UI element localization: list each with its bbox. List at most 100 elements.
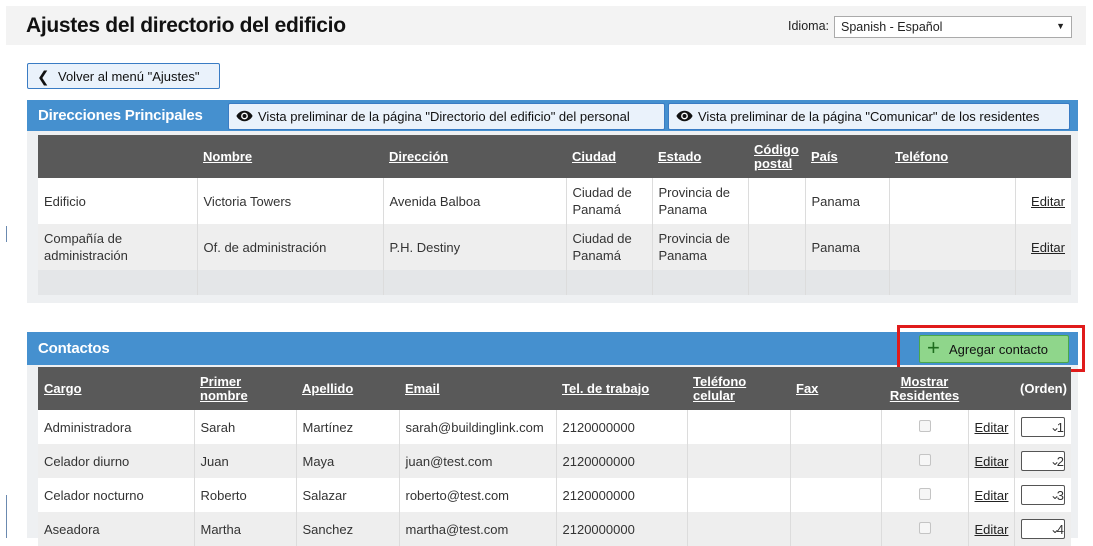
window-edge: [6, 226, 7, 242]
contact-last-name: Martínez: [296, 410, 400, 444]
order-select[interactable]: 1 ⌄: [1021, 417, 1065, 437]
edit-link[interactable]: Editar: [975, 454, 1009, 469]
address-type: Compañía de administración: [38, 224, 198, 270]
contact-fax: [790, 512, 882, 546]
contact-first-name: Juan: [194, 444, 297, 478]
contact-last-name: Salazar: [296, 478, 400, 512]
contact-email: sarah@buildinglink.com: [399, 410, 557, 444]
edit-link[interactable]: Editar: [975, 420, 1009, 435]
column-header-show-residents[interactable]: Mostrar Residentes: [881, 367, 968, 410]
contact-mobile: [687, 512, 791, 546]
show-residents-checkbox[interactable]: [918, 419, 931, 432]
address-zip: [748, 224, 806, 270]
column-header-address[interactable]: Dirección: [383, 135, 566, 178]
contact-last-name: Maya: [296, 444, 400, 478]
show-residents-checkbox[interactable]: [918, 521, 931, 534]
contact-work-phone: 2120000000: [556, 410, 688, 444]
address-zip: [748, 178, 806, 224]
contact-email: roberto@test.com: [399, 478, 557, 512]
column-header-last-name[interactable]: Apellido: [296, 367, 399, 410]
page-title: Ajustes del directorio del edificio: [26, 14, 346, 37]
column-header-role[interactable]: Cargo: [38, 367, 194, 410]
contact-role: Celador nocturno: [38, 478, 195, 512]
column-header-work-phone[interactable]: Tel. de trabajo: [556, 367, 687, 410]
table-row: Celador nocturno Roberto Salazar roberto…: [38, 478, 1071, 512]
address-name: Of. de administración: [197, 224, 384, 270]
contact-role: Administradora: [38, 410, 195, 444]
address-name: Victoria Towers: [197, 178, 384, 224]
table-row: Administradora Sarah Martínez sarah@buil…: [38, 410, 1071, 444]
back-to-settings-button[interactable]: ❮ Volver al menú "Ajustes": [27, 63, 220, 89]
contact-last-name: Sanchez: [296, 512, 400, 546]
plus-icon: +: [927, 335, 940, 360]
column-header-city[interactable]: Ciudad: [566, 135, 652, 178]
chevron-down-icon: ⌄: [1049, 488, 1060, 502]
preview-residents-label: Vista preliminar de la página "Comunicar…: [698, 109, 1040, 124]
edit-link[interactable]: Editar: [1031, 240, 1065, 255]
order-select[interactable]: 3 ⌄: [1021, 485, 1065, 505]
contact-mobile: [687, 444, 791, 478]
address-phone: [889, 224, 1016, 270]
column-header-state[interactable]: Estado: [652, 135, 748, 178]
table-header-row: Nombre Dirección Ciudad Estado Código po…: [38, 135, 1071, 178]
column-header: [38, 135, 197, 178]
language-select[interactable]: Spanish - Español ▼: [834, 16, 1072, 38]
chevron-down-icon: ⌄: [1049, 454, 1060, 468]
show-residents-checkbox[interactable]: [918, 487, 931, 500]
chevron-down-icon: ▼: [1056, 21, 1065, 31]
column-header-name[interactable]: Nombre: [197, 135, 383, 178]
edit-link[interactable]: Editar: [975, 522, 1009, 537]
column-header-fax[interactable]: Fax: [790, 367, 881, 410]
address-state: Provincia de Panama: [652, 178, 749, 224]
column-header-country[interactable]: País: [805, 135, 889, 178]
address-street: P.H. Destiny: [383, 224, 567, 270]
edit-link[interactable]: Editar: [975, 488, 1009, 503]
order-select[interactable]: 2 ⌄: [1021, 451, 1065, 471]
show-residents-checkbox[interactable]: [918, 453, 931, 466]
add-contact-button[interactable]: + Agregar contacto: [919, 335, 1069, 363]
eye-icon: [236, 110, 253, 122]
contact-fax: [790, 444, 882, 478]
address-city: Ciudad de Panamá: [566, 224, 653, 270]
address-country: Panama: [805, 224, 890, 270]
table-row: Celador diurno Juan Maya juan@test.com 2…: [38, 444, 1071, 478]
contact-work-phone: 2120000000: [556, 478, 688, 512]
order-select[interactable]: 4 ⌄: [1021, 519, 1065, 539]
column-header-mobile[interactable]: Teléfono celular: [687, 367, 790, 410]
edit-link[interactable]: Editar: [1031, 194, 1065, 209]
address-street: Avenida Balboa: [383, 178, 567, 224]
contact-first-name: Roberto: [194, 478, 297, 512]
table-row: Compañía de administración Of. de admini…: [38, 224, 1071, 270]
contacts-title: Contactos: [38, 340, 110, 357]
preview-staff-directory-button[interactable]: Vista preliminar de la página "Directori…: [228, 103, 665, 130]
table-footer-row: [38, 270, 1071, 295]
contacts-table: Cargo Primer nombre Apellido Email Tel. …: [38, 367, 1071, 546]
column-header-first-name[interactable]: Primer nombre: [194, 367, 296, 410]
back-button-label: Volver al menú "Ajustes": [58, 69, 200, 84]
address-country: Panama: [805, 178, 890, 224]
contact-fax: [790, 478, 882, 512]
contact-email: juan@test.com: [399, 444, 557, 478]
principal-addresses-table: Nombre Dirección Ciudad Estado Código po…: [38, 135, 1071, 295]
contact-first-name: Sarah: [194, 410, 297, 444]
column-header-email[interactable]: Email: [399, 367, 556, 410]
chevron-left-icon: ❮: [37, 69, 50, 86]
address-type: Edificio: [38, 178, 198, 224]
column-header-zip[interactable]: Código postal: [748, 135, 805, 178]
preview-staff-label: Vista preliminar de la página "Directori…: [258, 109, 630, 124]
column-header: [1015, 135, 1071, 178]
contact-work-phone: 2120000000: [556, 444, 688, 478]
language-select-value: Spanish - Español: [841, 20, 943, 34]
eye-icon: [676, 110, 693, 122]
window-edge: [6, 495, 7, 538]
contact-role: Celador diurno: [38, 444, 195, 478]
table-row: Aseadora Martha Sanchez martha@test.com …: [38, 512, 1071, 546]
column-header-phone[interactable]: Teléfono: [889, 135, 1015, 178]
contact-mobile: [687, 478, 791, 512]
principal-addresses-title: Direcciones Principales: [38, 107, 203, 124]
chevron-down-icon: ⌄: [1049, 420, 1060, 434]
address-phone: [889, 178, 1016, 224]
preview-residents-button[interactable]: Vista preliminar de la página "Comunicar…: [668, 103, 1070, 130]
contact-role: Aseadora: [38, 512, 195, 546]
address-state: Provincia de Panama: [652, 224, 749, 270]
